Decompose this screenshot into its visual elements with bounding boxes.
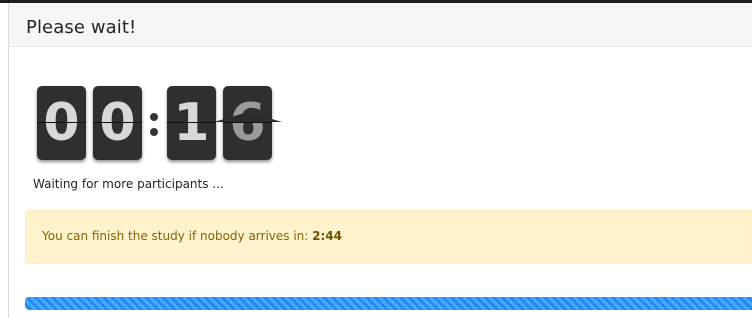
minute-ones-digit: 0 — [99, 93, 136, 153]
minute-tens-digit: 0 — [43, 93, 80, 153]
card-divider — [93, 122, 142, 123]
warning-alert: You can finish the study if nobody arriv… — [25, 210, 752, 264]
colon-dot-bottom — [150, 128, 158, 136]
card-header: Please wait! — [8, 3, 752, 47]
minute-ones-card: 0 — [93, 86, 142, 160]
flip-clock: 0 0 1 6 — [37, 86, 297, 162]
alert-countdown: 2:44 — [312, 229, 343, 243]
time-separator — [149, 104, 159, 144]
page-title: Please wait! — [26, 17, 137, 38]
status-message: Waiting for more participants ... — [33, 177, 224, 191]
progress-bar — [25, 297, 752, 310]
alert-message: You can finish the study if nobody arriv… — [42, 229, 342, 243]
second-tens-digit: 1 — [173, 93, 210, 153]
colon-dot-top — [150, 113, 158, 121]
second-ones-card: 6 — [223, 86, 272, 160]
second-ones-digit: 6 — [229, 93, 266, 153]
flip-flap — [214, 112, 282, 122]
card-divider — [37, 122, 86, 123]
card-divider — [167, 122, 216, 123]
card-divider — [223, 122, 272, 123]
second-tens-card: 1 — [167, 86, 216, 160]
alert-prefix: You can finish the study if nobody arriv… — [42, 229, 313, 243]
wait-screen: Please wait! 0 0 1 6 Waiting for more pa… — [0, 0, 752, 318]
minute-tens-card: 0 — [37, 86, 86, 160]
